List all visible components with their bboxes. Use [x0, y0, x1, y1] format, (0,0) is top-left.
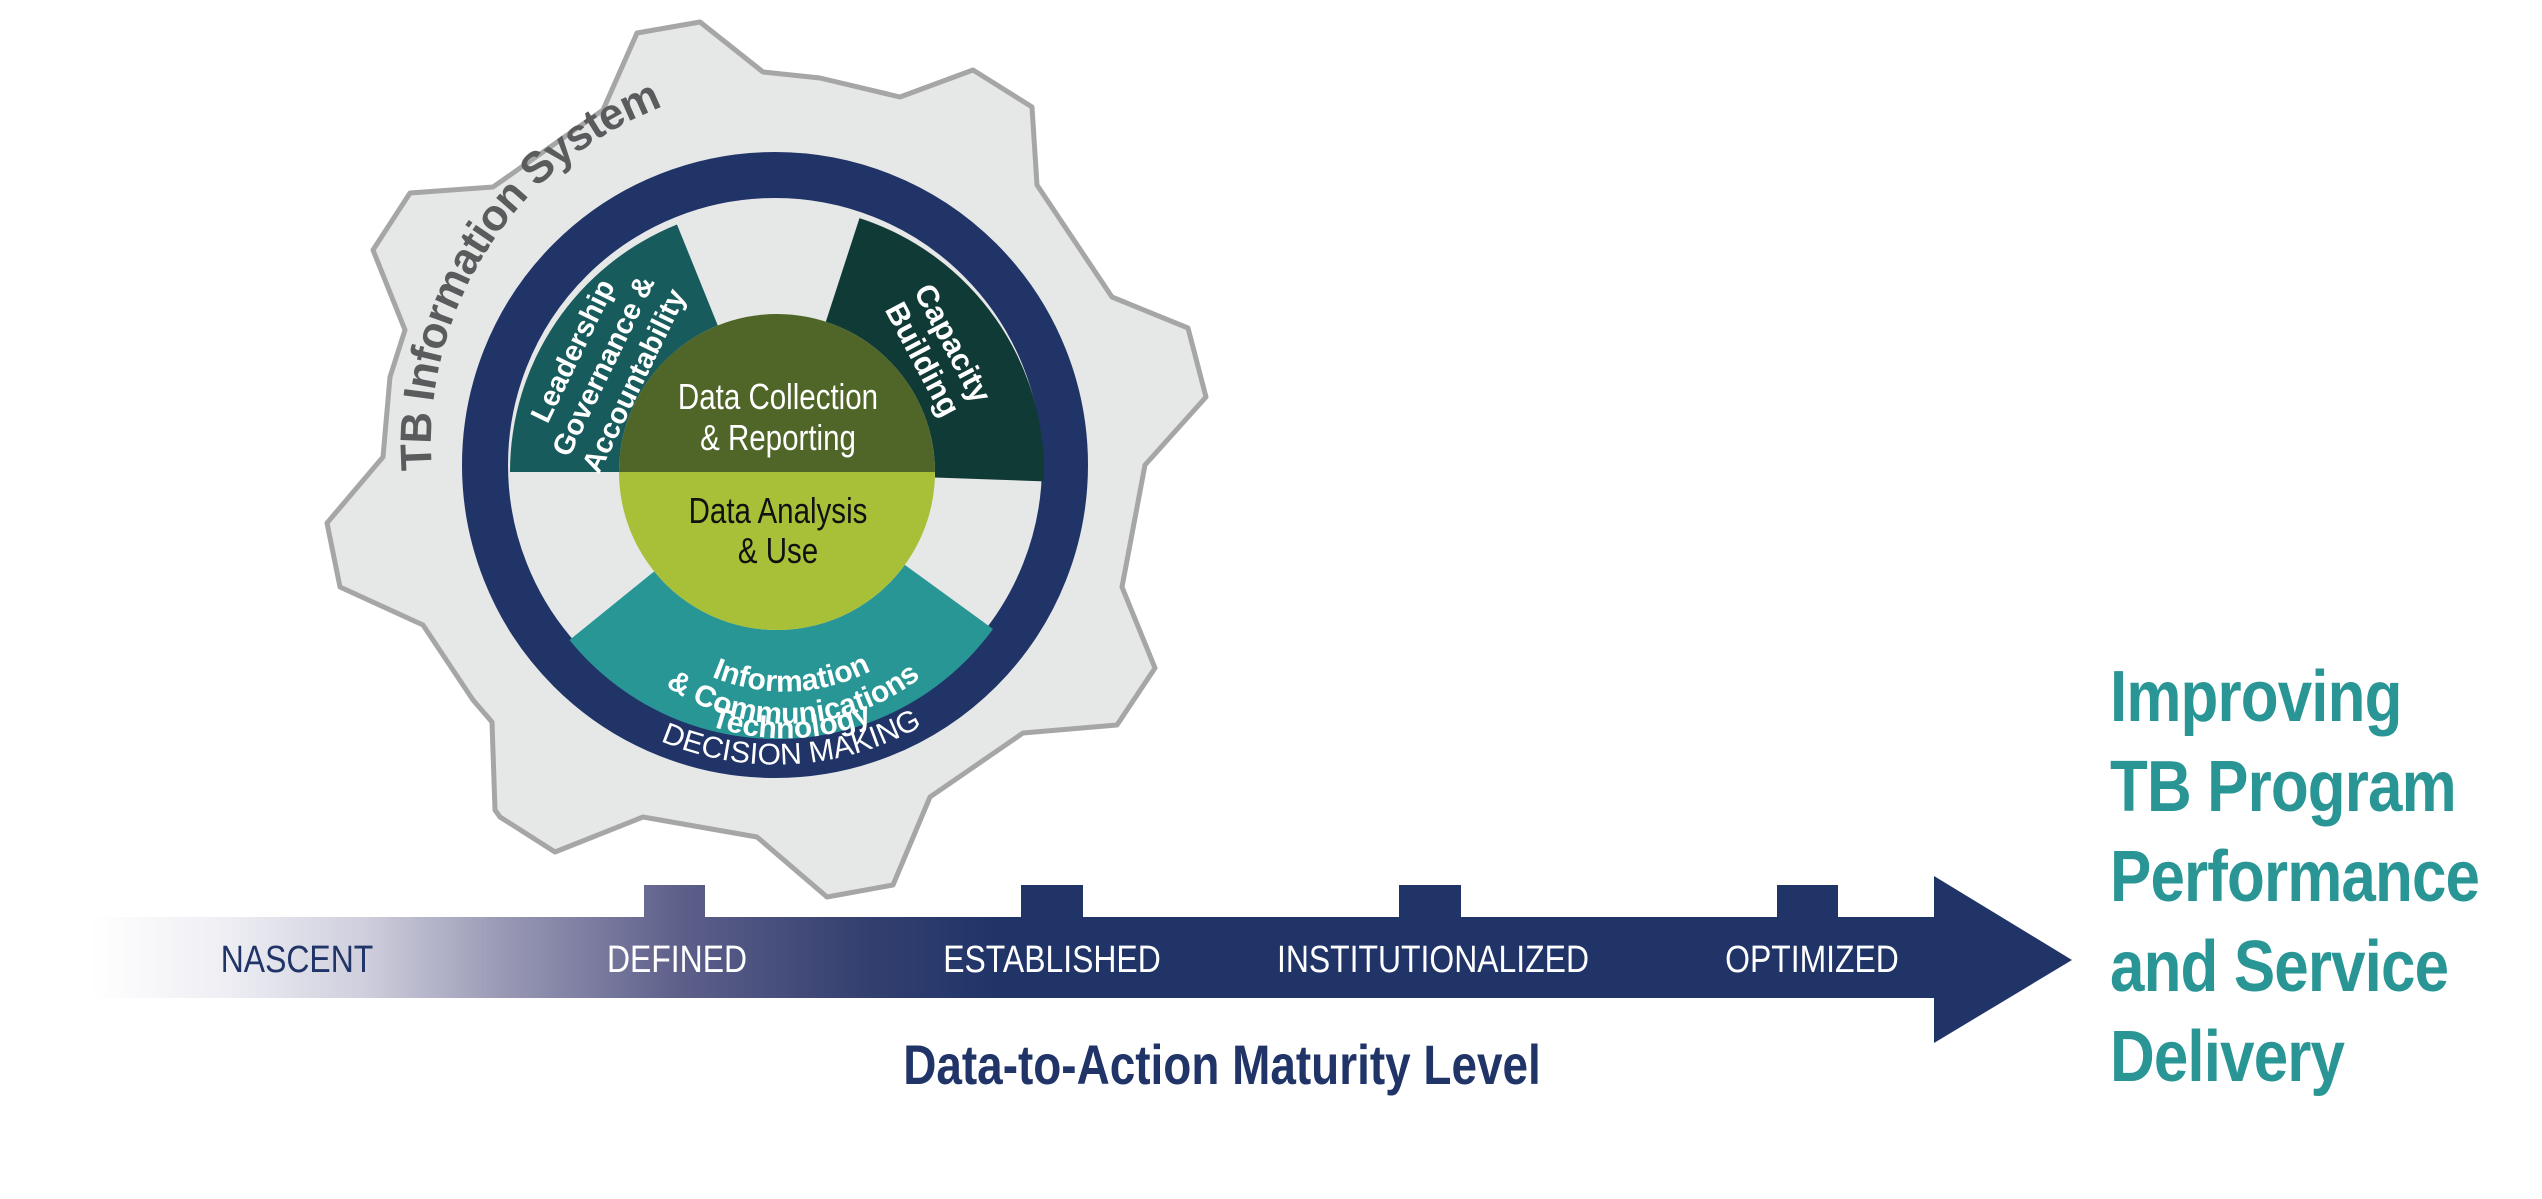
maturity-arrow: NASCENT DEFINED ESTABLISHED INSTITUTIONALIZ… — [90, 876, 2072, 1096]
maturity-level-institutionalized: INSTITUTIONALIZED — [1277, 938, 1589, 980]
maturity-axis-title: Data-to-Action Maturity Level — [903, 1034, 1541, 1096]
outcome-line: Improving — [2110, 657, 2402, 737]
core-bottom-line-1: Data Analysis — [689, 490, 868, 530]
outcome-line: Delivery — [2110, 1017, 2345, 1097]
outcome-line: TB Program — [2110, 747, 2457, 827]
outcome-statement: Improving TB Program Performance and Ser… — [2110, 652, 2539, 1102]
maturity-level-established: ESTABLISHED — [943, 938, 1161, 980]
core-top-line-1: Data Collection — [678, 376, 878, 416]
maturity-level-defined: DEFINED — [607, 938, 747, 980]
gear: TB Information System Data Collection & … — [324, 19, 1209, 900]
core-bottom-line-2: & Use — [738, 530, 818, 570]
maturity-level-nascent: NASCENT — [221, 938, 373, 980]
outcome-line: Performance — [2110, 837, 2480, 917]
core-top-line-2: & Reporting — [700, 417, 856, 457]
outcome-line: and Service — [2110, 927, 2449, 1007]
maturity-level-optimized: OPTIMIZED — [1725, 938, 1899, 980]
